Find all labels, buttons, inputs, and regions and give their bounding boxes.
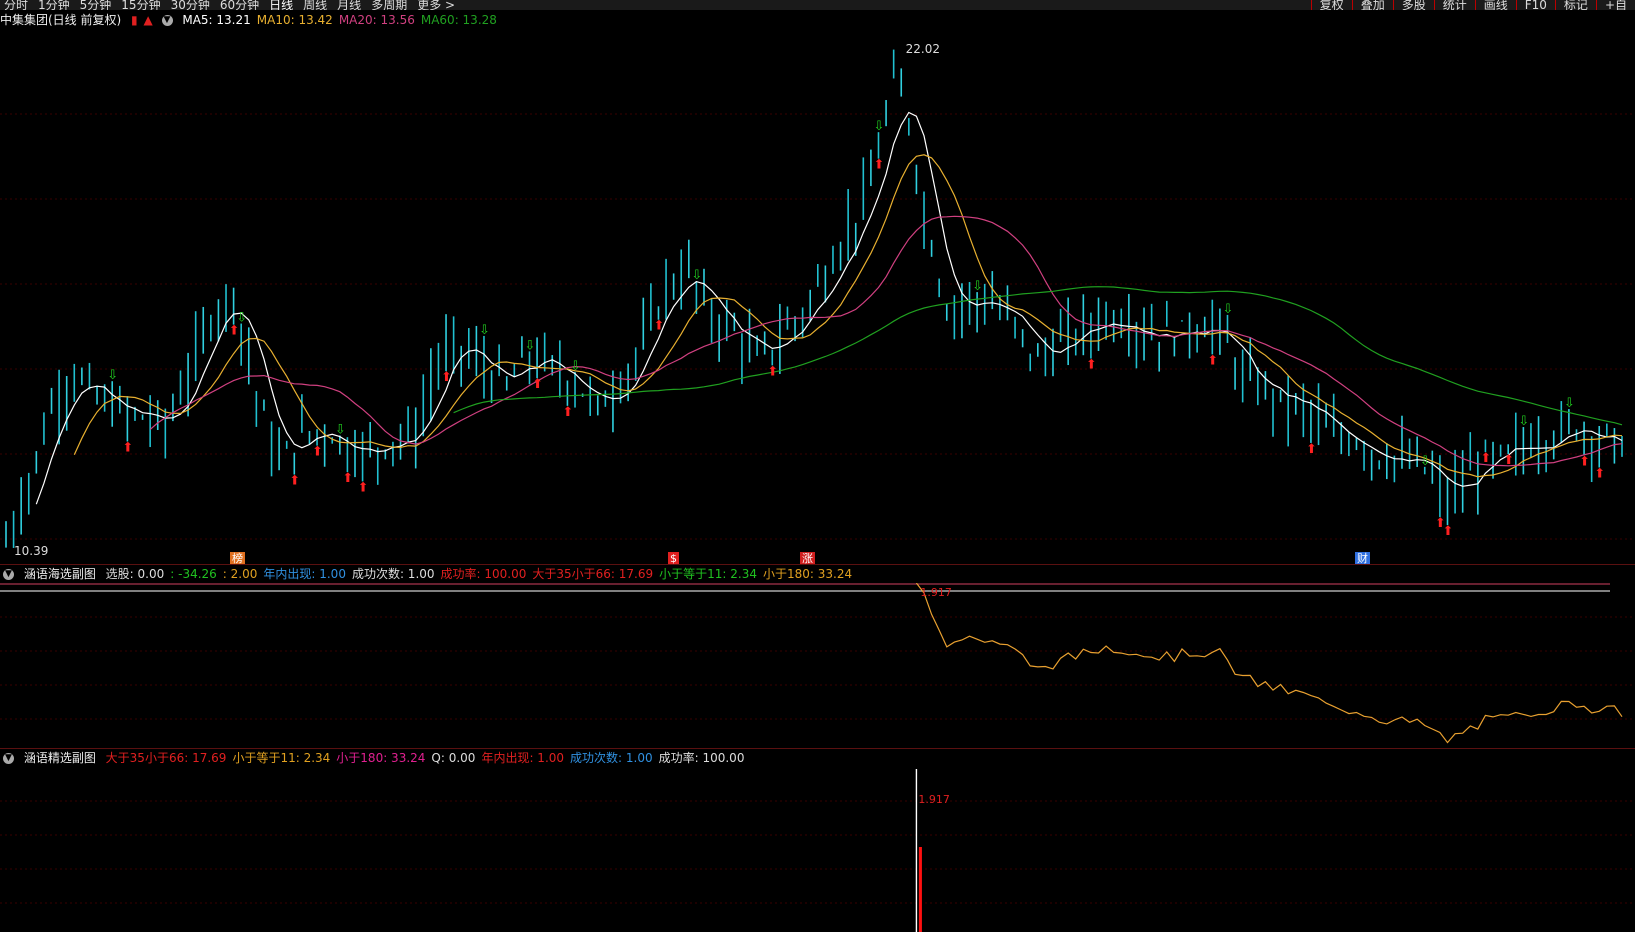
sub1-chart: 1.917 (0, 583, 1635, 744)
ma-legend: MA5: 13.21 MA10: 13.42 MA20: 13.56 MA60: 13… (182, 13, 503, 27)
sell-arrow: ⇩ (107, 368, 118, 383)
buy-arrow: ⬆ (1086, 358, 1097, 373)
sub1-item-2: : 2.00 (222, 567, 258, 581)
buy-arrow: ⬆ (1503, 453, 1514, 468)
buy-arrow: ⬆ (342, 471, 353, 486)
period-tabs: 分时 1分钟 5分钟 15分钟 30分钟 60分钟 日线 周线 月线 多周期 更多 > (4, 0, 465, 10)
period-tab-10[interactable]: 更多 > (417, 0, 455, 10)
ma-item-3: MA60: 13.28 (420, 13, 497, 27)
buy-arrow: ⬆ (1306, 442, 1317, 457)
chevron-down-icon[interactable]: ▼ (3, 569, 14, 580)
buy-arrow: ⬆ (229, 324, 240, 339)
arrow-up-icon[interactable]: ▲ (143, 13, 152, 27)
sell-arrow: ⇩ (524, 338, 535, 353)
period-tab-5[interactable]: 60分钟 (220, 0, 259, 10)
sub2-legend: 大于35小于66: 17.69 小于等于11: 2.34 小于180: 33.24 Q… (106, 751, 751, 765)
ma-item-0: MA5: 13.21 (182, 13, 251, 27)
buy-arrow: ⬆ (312, 445, 323, 460)
sub1-item-3: 年内出现: 1.00 (263, 567, 346, 581)
sub2-item-5: 成功次数: 1.00 (570, 751, 653, 765)
period-tab-1[interactable]: 1分钟 (38, 0, 70, 10)
sub1-title: 涵语海选副图 (23, 567, 96, 581)
sell-arrow: ⇩ (972, 279, 983, 294)
tool-button-7[interactable]: +自 (1595, 0, 1635, 10)
sub1-item-1: : -34.26 (170, 567, 217, 581)
buy-arrow: ⬆ (562, 405, 573, 420)
lock-icon[interactable]: ▮ (131, 13, 138, 27)
sub2-item-4: 年内出现: 1.00 (481, 751, 565, 765)
sell-arrow: ⇩ (1518, 414, 1529, 429)
sub1-item-7: 小于等于11: 2.34 (659, 567, 758, 581)
period-tab-3[interactable]: 15分钟 (121, 0, 160, 10)
sub1-item-8: 小于180: 33.24 (763, 567, 853, 581)
tool-button-1[interactable]: 叠加 (1351, 0, 1393, 10)
sub2-item-6: 成功率: 100.00 (658, 751, 745, 765)
period-tab-8[interactable]: 月线 (337, 0, 361, 10)
sub1-legend: 选股: 0.00 : -34.26 : 2.00 年内出现: 1.00 成功次数: 1.… (106, 567, 858, 581)
sub1-item-6: 大于35小于66: 17.69 (532, 567, 654, 581)
buy-arrow: ⬆ (441, 370, 452, 385)
sub1-item-4: 成功次数: 1.00 (351, 567, 435, 581)
tool-button-0[interactable]: 复权 (1310, 0, 1352, 10)
buy-arrow: ⬆ (1594, 466, 1605, 481)
buy-arrow: ⬆ (1480, 451, 1491, 466)
period-tab-2[interactable]: 5分钟 (80, 0, 112, 10)
ma-line-5 (35, 111, 1623, 505)
sell-arrow: ⇩ (236, 311, 247, 326)
buy-arrow: ⬆ (532, 377, 543, 392)
main-chart-header: 中集集团(日线 前复权) ▮ ▲ ▼ MA5: 13.21 MA10: 13.42… (0, 11, 509, 29)
ma-item-1: MA10: 13.42 (256, 13, 333, 27)
sub2-chart: 1.917 (0, 769, 1635, 932)
sub1-peak-label: 1.917 (920, 586, 952, 599)
sub1-header: ▼ 涵语海选副图 选股: 0.00 : -34.26 : 2.00 年内出现: 1.0… (0, 565, 864, 583)
chevron-down-icon[interactable]: ▼ (3, 753, 14, 764)
buy-arrow: ⬆ (1207, 353, 1218, 368)
buy-arrow: ⬆ (873, 158, 884, 173)
low-label: 10.39 (14, 544, 48, 558)
ma-item-2: MA20: 13.56 (338, 13, 415, 27)
period-toolbar: 分时 1分钟 5分钟 15分钟 30分钟 60分钟 日线 周线 月线 多周期 更多 > 复权 叠加 多股… (0, 0, 1635, 10)
buy-arrow: ⬆ (1579, 454, 1590, 469)
sub2-item-0: 大于35小于66: 17.69 (105, 751, 227, 765)
sell-arrow: ⇩ (1564, 396, 1575, 411)
period-tab-7[interactable]: 周线 (303, 0, 327, 10)
sell-arrow: ⇩ (873, 119, 884, 134)
buy-arrow: ⬆ (1443, 524, 1454, 539)
period-tab-0[interactable]: 分时 (4, 0, 28, 10)
buy-arrow: ⬆ (358, 480, 369, 495)
sell-arrow: ⇩ (1420, 454, 1431, 469)
price-chart: ⬆⬆⬆⬆⬆⬆⬆ ⬆⬆⬆⬆⬆⬆ ⬆⬆⬆⬆⬆ ⬆ ⬆⬆⇩⇩⇩⇩⇩⇩⇩⇩⇩⇩⇩⇩⇩22.021… (0, 42, 1635, 558)
sub2-item-2: 小于180: 33.24 (336, 751, 426, 765)
buy-arrow: ⬆ (653, 319, 664, 334)
tool-button-2[interactable]: 多股 (1392, 0, 1434, 10)
sub2-item-3: Q: 0.00 (431, 751, 476, 765)
high-label: 22.02 (906, 42, 940, 56)
period-tab-9[interactable]: 多周期 (371, 0, 407, 10)
tool-button-3[interactable]: 统计 (1433, 0, 1475, 10)
sub2-title: 涵语精选副图 (23, 751, 96, 765)
sub1-item-0: 选股: 0.00 (105, 567, 165, 581)
period-tab-6[interactable]: 日线 (269, 0, 293, 10)
sell-arrow: ⇩ (479, 323, 490, 338)
tool-buttons: 复权 叠加 多股 统计 画线 F10 标记 +自 (1310, 0, 1635, 10)
tool-button-6[interactable]: 标记 (1554, 0, 1596, 10)
period-tab-4[interactable]: 30分钟 (171, 0, 210, 10)
sub2-header: ▼ 涵语精选副图 大于35小于66: 17.69 小于等于11: 2.34 小于18… (0, 749, 756, 767)
sell-arrow: ⇩ (570, 359, 581, 374)
sell-arrow: ⇩ (691, 268, 702, 283)
sub2-item-1: 小于等于11: 2.34 (232, 751, 331, 765)
sell-arrow: ⇩ (335, 422, 346, 437)
sub1-item-5: 成功率: 100.00 (440, 567, 527, 581)
tool-button-5[interactable]: F10 (1515, 0, 1555, 10)
tool-button-4[interactable]: 画线 (1474, 0, 1516, 10)
sell-arrow: ⇩ (1222, 302, 1233, 317)
stock-title: 中集集团(日线 前复权) (0, 13, 122, 27)
buy-arrow: ⬆ (767, 364, 778, 379)
sub2-peak-label: 1.917 (918, 793, 950, 806)
buy-arrow: ⬆ (289, 474, 300, 489)
buy-arrow: ⬆ (122, 440, 133, 455)
chevron-down-icon[interactable]: ▼ (161, 15, 173, 26)
